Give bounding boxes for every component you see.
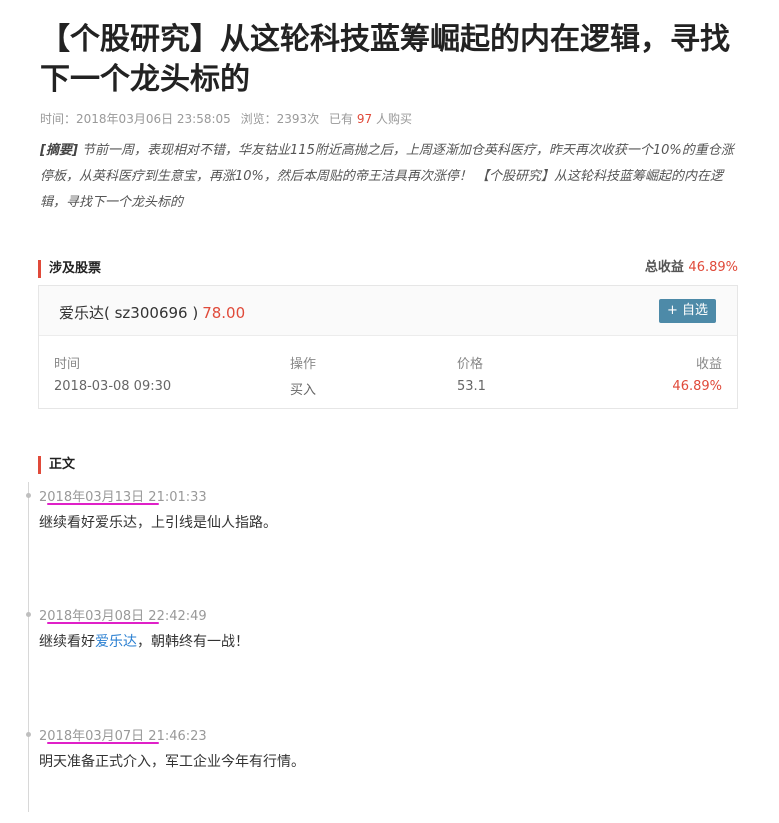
views-label: 浏览： [240, 112, 277, 126]
article-abstract: [摘要] 节前一周，表现相对不错，华友钴业115附近高抛之后，上周逐渐加仓英科医… [40, 138, 740, 216]
col-header-time: 时间 [54, 357, 81, 372]
abstract-text: 节前一周，表现相对不错，华友钴业115附近高抛之后，上周逐渐加仓英科医疗，昨天再… [40, 143, 734, 210]
total-return-label: 总收益 [644, 260, 684, 275]
stock-link[interactable]: 爱乐达 [95, 634, 137, 650]
stock-price: 78.00 [202, 304, 246, 322]
add-to-watchlist-button[interactable]: + 自选 [659, 299, 716, 323]
buyer-count: 97 [356, 112, 373, 126]
entry-text: 明天准备正式介入，军工企业今年有行情。 [39, 754, 305, 770]
col-header-action: 操作 [290, 357, 317, 372]
annotation-underline [47, 503, 159, 505]
annotation-underline [47, 622, 159, 624]
buyers-suffix: 人购买 [375, 112, 412, 126]
entry-text: 继续看好爱乐达，朝韩终有一战！ [39, 631, 249, 651]
stock-name-line: 爱乐达( sz300696 ) 78.00 [59, 302, 245, 323]
timeline-line [28, 482, 29, 812]
entry-text: 继续看好爱乐达，上引线是仙人指路。 [39, 515, 277, 531]
trade-action: 买入 [290, 383, 317, 398]
stock-card: 爱乐达( sz300696 ) 78.00 + 自选 时间 操作 价格 收益 20… [38, 285, 738, 409]
article-title: 【个股研究】从这轮科技蓝筹崛起的内在逻辑，寻找下一个龙头标的 [40, 22, 730, 97]
abstract-tag: [摘要] [40, 143, 78, 158]
entry-text-after: ，朝韩终有一战！ [137, 634, 249, 650]
buyers-prefix: 已有 [329, 112, 354, 126]
stock-card-header: 爱乐达( sz300696 ) 78.00 + 自选 [39, 286, 737, 336]
timeline-dot [26, 612, 31, 617]
annotation-underline [47, 742, 159, 744]
timeline-dot [26, 493, 31, 498]
stocks-section-heading: 涉及股票 [38, 260, 101, 278]
trade-price: 53.1 [457, 379, 486, 394]
view-count: 2393次 [276, 112, 320, 126]
total-return: 总收益 46.89% [645, 259, 738, 277]
publish-time: 2018年03月06日 23:58:05 [76, 112, 231, 126]
trade-time: 2018-03-08 09:30 [54, 379, 172, 394]
entry-text-before: 继续看好 [39, 634, 95, 650]
total-return-value: 46.89% [688, 260, 738, 275]
stock-name[interactable]: 爱乐达( sz300696 ) [59, 304, 198, 322]
col-header-price: 价格 [457, 357, 484, 372]
col-header-return: 收益 [695, 357, 722, 372]
trade-return: 46.89% [672, 379, 722, 394]
timeline-dot [26, 732, 31, 737]
body-section-heading: 正文 [38, 456, 75, 474]
time-label: 时间： [40, 112, 77, 126]
article-meta: 时间：2018年03月06日 23:58:05 浏览：2393次 已有 97 人… [40, 110, 412, 127]
